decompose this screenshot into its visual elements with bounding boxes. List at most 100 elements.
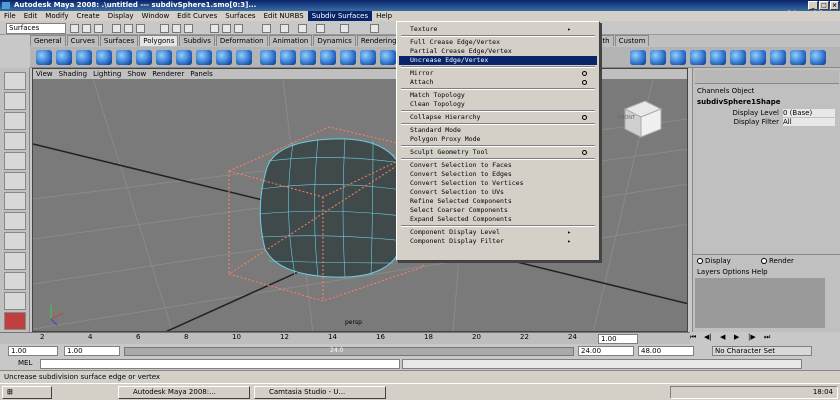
play-forward-icon[interactable]: ▶ [734, 333, 739, 341]
poly-plane-icon[interactable] [116, 50, 132, 65]
combine-icon[interactable] [260, 50, 276, 65]
menu-item-match-topology[interactable]: Match Topology [399, 91, 597, 100]
menu-item-collapse-hierarchy[interactable]: Collapse Hierarchy [399, 113, 597, 122]
append-polygon-icon[interactable] [650, 50, 666, 65]
snap-curve-icon[interactable] [172, 24, 181, 33]
lasso-tool-icon[interactable] [4, 92, 26, 110]
menu-window[interactable]: Window [138, 11, 174, 21]
menu-item-convert-selection-to-edges[interactable]: Convert Selection to Edges [399, 170, 597, 179]
playback-end-field[interactable]: 24.00 [578, 346, 634, 356]
shelf-tab-deformation[interactable]: Deformation [215, 35, 268, 46]
poly-prism-icon[interactable] [156, 50, 172, 65]
render-view-icon[interactable] [370, 24, 379, 33]
merge-icon[interactable] [710, 50, 726, 65]
poly-helix-icon[interactable] [216, 50, 232, 65]
shelf-tab-general[interactable]: General [30, 35, 66, 46]
poly-soccer-icon[interactable] [236, 50, 252, 65]
save-scene-icon[interactable] [94, 24, 103, 33]
poly-cube-icon[interactable] [56, 50, 72, 65]
menu-item-partial-crease-edge-vertex[interactable]: Partial Crease Edge/Vertex [399, 47, 597, 56]
shelf-tab-rendering[interactable]: Rendering [356, 35, 401, 46]
shelf-tab-curves[interactable]: Curves [66, 35, 99, 46]
start-button[interactable]: ⊞ [2, 386, 52, 399]
boolean-union-icon[interactable] [320, 50, 336, 65]
spherical-mapping-icon[interactable] [770, 50, 786, 65]
menu-item-refine-selected-components[interactable]: Refine Selected Components [399, 197, 597, 206]
menu-item-mirror[interactable]: Mirror [399, 69, 597, 78]
rotate-tool-icon[interactable] [4, 152, 26, 170]
render-tab[interactable]: Render [769, 257, 794, 265]
play-back-icon[interactable]: ◀ [720, 333, 725, 341]
select-component-icon[interactable] [136, 24, 145, 33]
persp-outliner-icon[interactable] [4, 252, 26, 270]
split-polygon-icon[interactable] [670, 50, 686, 65]
insert-edge-loop-icon[interactable] [690, 50, 706, 65]
menu-item-convert-selection-to-uvs[interactable]: Convert Selection to UVs [399, 188, 597, 197]
mel-input[interactable] [40, 359, 400, 369]
boolean-difference-icon[interactable] [340, 50, 356, 65]
sphere-icon[interactable] [298, 24, 307, 33]
playback-start-field[interactable]: 1.00 [64, 346, 120, 356]
graph-editor-icon[interactable] [4, 292, 26, 310]
taskbar-camtasia-button[interactable]: Camtasia Studio - U... [254, 386, 386, 399]
hypershade-icon[interactable] [4, 312, 26, 330]
menu-surfaces[interactable]: Surfaces [221, 11, 259, 21]
display-tab[interactable]: Display [705, 257, 731, 265]
option-box-icon[interactable] [582, 150, 587, 155]
layout-icon[interactable] [4, 272, 26, 290]
module-selector[interactable]: Surfaces [6, 23, 66, 34]
menu-subdiv-surfaces[interactable]: Subdiv Surfaces [307, 11, 373, 21]
viewport-menu-panels[interactable]: Panels [187, 69, 216, 79]
snap-grid-icon[interactable] [160, 24, 169, 33]
menu-item-full-crease-edge-vertex[interactable]: Full Crease Edge/Vertex [399, 38, 597, 47]
four-view-icon[interactable] [4, 232, 26, 250]
move-tool-icon[interactable] [4, 132, 26, 150]
shelf-tab-subdivs[interactable]: Subdivs [179, 35, 215, 46]
go-to-end-icon[interactable]: ⏭ [764, 333, 770, 342]
attr-display-filter-value[interactable]: All [783, 118, 835, 126]
menu-edit-curves[interactable]: Edit Curves [173, 11, 221, 21]
manipulator-icon[interactable] [4, 192, 26, 210]
planar-mapping-icon[interactable] [730, 50, 746, 65]
select-object-icon[interactable] [124, 24, 133, 33]
select-tool-icon[interactable] [4, 72, 26, 90]
object-name[interactable]: subdivSphere1Shape [697, 98, 781, 106]
step-forward-icon[interactable]: |▶ [748, 333, 756, 341]
menu-item-convert-selection-to-vertices[interactable]: Convert Selection to Vertices [399, 179, 597, 188]
shelf-tab-dynamics[interactable]: Dynamics [313, 35, 356, 46]
viewport-menu-view[interactable]: View [33, 69, 56, 79]
current-time-field[interactable]: 1.00 [598, 334, 638, 344]
layer-list[interactable] [695, 278, 825, 328]
menu-create[interactable]: Create [72, 11, 103, 21]
poly-cylinder-icon[interactable] [76, 50, 92, 65]
menu-item-expand-selected-components[interactable]: Expand Selected Components [399, 215, 597, 224]
render-settings-icon[interactable] [316, 24, 325, 33]
scale-tool-icon[interactable] [4, 172, 26, 190]
poly-torus-icon[interactable] [136, 50, 152, 65]
bevel-icon[interactable] [630, 50, 646, 65]
poly-pipe-icon[interactable] [196, 50, 212, 65]
option-box-icon[interactable] [582, 115, 587, 120]
range-bar[interactable] [124, 347, 574, 356]
shelf-tab-polygons[interactable]: Polygons [139, 35, 179, 46]
menu-modify[interactable]: Modify [41, 11, 72, 21]
paint-select-icon[interactable] [4, 112, 26, 130]
menu-item-sculpt-geometry-tool[interactable]: Sculpt Geometry Tool [399, 148, 597, 157]
render-icon[interactable] [222, 24, 231, 33]
open-scene-icon[interactable] [82, 24, 91, 33]
menu-item-texture[interactable]: Texture ▸ [399, 25, 597, 34]
shelf-tab-custom[interactable]: Custom [614, 35, 650, 46]
layers-menu[interactable]: Layers Options Help [697, 268, 768, 276]
viewport-menu-renderer[interactable]: Renderer [149, 69, 187, 79]
separate-icon[interactable] [280, 50, 296, 65]
menu-edit-nurbs[interactable]: Edit NURBS [260, 11, 308, 21]
menu-item-select-coarser-components[interactable]: Select Coarser Components [399, 206, 597, 215]
cylindrical-mapping-icon[interactable] [750, 50, 766, 65]
attr-display-level-value[interactable]: 0 (Base) [783, 109, 835, 117]
light-icon[interactable] [280, 24, 289, 33]
render-radio[interactable] [761, 258, 767, 264]
menu-display[interactable]: Display [104, 11, 138, 21]
menu-item-attach[interactable]: Attach [399, 78, 597, 87]
menu-file[interactable]: File [0, 11, 20, 21]
poly-pyramid-icon[interactable] [176, 50, 192, 65]
